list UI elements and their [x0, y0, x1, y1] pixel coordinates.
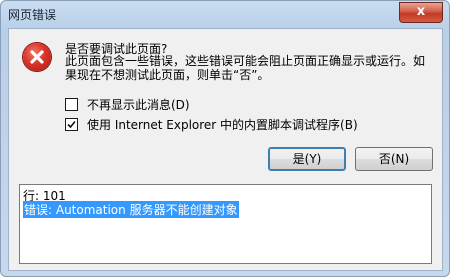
dont-show-checkbox[interactable]: [65, 97, 78, 111]
error-message-text: 错误: Automation 服务器不能创建对象: [23, 201, 239, 218]
error-dialog: 网页错误 x 是否要调试此页面? 此页面包含一些错误，这些错误可能会阻止页面正确…: [0, 0, 450, 277]
use-debugger-option[interactable]: 使用 Internet Explorer 中的内置脚本调试程序(B): [65, 116, 358, 132]
close-button[interactable]: x: [399, 2, 443, 23]
yes-button[interactable]: 是(Y): [268, 147, 346, 171]
use-debugger-checkbox[interactable]: [65, 117, 78, 131]
error-x-icon: [23, 43, 51, 71]
dont-show-option[interactable]: 不再显示此消息(D): [65, 96, 190, 112]
detail-text: 此页面包含一些错误，这些错误可能会阻止页面正确显示或运行。如果现在不想测试此页面…: [65, 54, 426, 82]
dont-show-label: 不再显示此消息(D): [87, 97, 190, 112]
dialog-body: 是否要调试此页面? 此页面包含一些错误，这些错误可能会阻止页面正确显示或运行。如…: [8, 28, 443, 271]
no-button[interactable]: 否(N): [355, 147, 433, 171]
check-mark-icon: [67, 120, 76, 128]
use-debugger-label: 使用 Internet Explorer 中的内置脚本调试程序(B): [87, 117, 358, 132]
title-bar[interactable]: 网页错误 x: [1, 1, 449, 27]
window-title: 网页错误: [8, 8, 57, 22]
error-details-panel[interactable]: 行: 101 错误: Automation 服务器不能创建对象: [19, 184, 432, 264]
